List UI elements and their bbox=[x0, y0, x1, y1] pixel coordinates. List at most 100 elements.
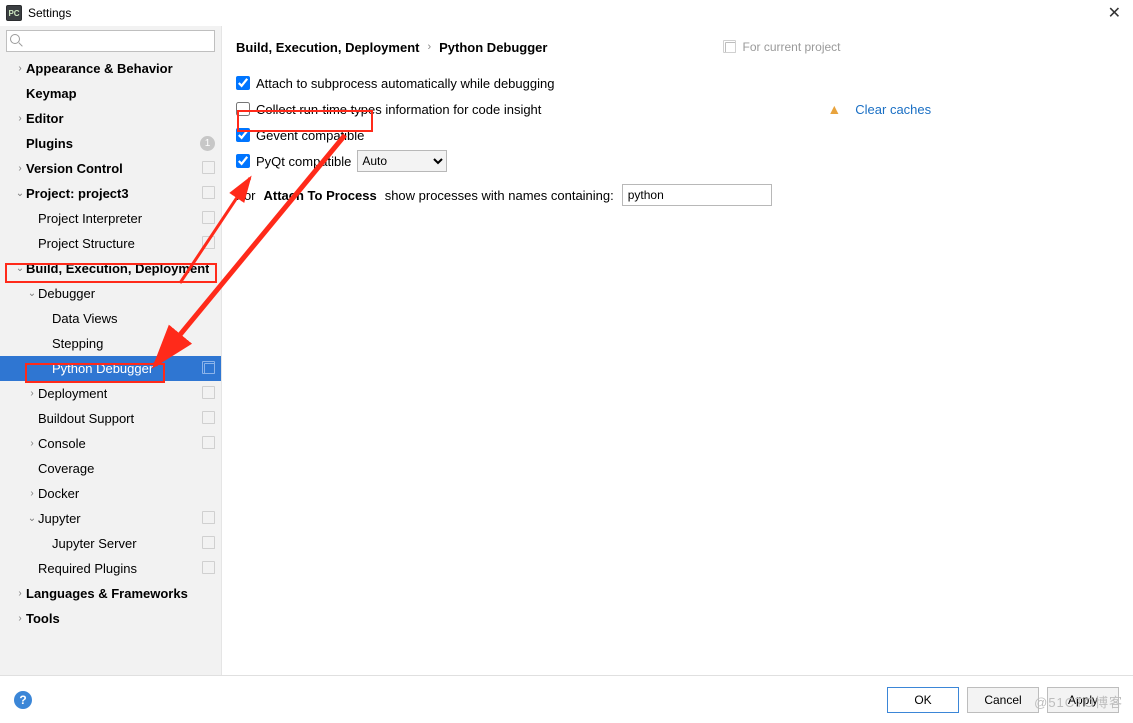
project-scope-icon bbox=[204, 213, 215, 224]
chevron-icon: › bbox=[26, 438, 38, 449]
sidebar-item-label: Keymap bbox=[26, 86, 77, 101]
sidebar-item-label: Stepping bbox=[52, 336, 103, 351]
sidebar-item-build-execution-deployment[interactable]: ⌄Build, Execution, Deployment bbox=[0, 256, 221, 281]
attach-process-input[interactable] bbox=[622, 184, 772, 206]
titlebar: PC Settings ✕ bbox=[0, 0, 1133, 26]
sidebar-item-project-structure[interactable]: Project Structure bbox=[0, 231, 221, 256]
gevent-label: Gevent compatible bbox=[256, 128, 364, 143]
close-icon[interactable]: ✕ bbox=[1102, 3, 1127, 23]
collect-types-label: Collect run-time types information for c… bbox=[256, 102, 541, 117]
cancel-button[interactable]: Cancel bbox=[967, 687, 1039, 713]
sidebar-item-docker[interactable]: ›Docker bbox=[0, 481, 221, 506]
clear-caches-link[interactable]: Clear caches bbox=[855, 102, 931, 117]
app-icon: PC bbox=[6, 5, 22, 21]
project-scope-icon bbox=[204, 163, 215, 174]
for-current-project-label: For current project bbox=[742, 40, 840, 54]
chevron-icon: › bbox=[14, 163, 26, 174]
sidebar-item-label: Jupyter bbox=[38, 511, 81, 526]
project-scope-icon bbox=[204, 413, 215, 424]
sidebar-item-required-plugins[interactable]: Required Plugins bbox=[0, 556, 221, 581]
sidebar-item-label: Buildout Support bbox=[38, 411, 134, 426]
chevron-icon: › bbox=[14, 588, 26, 599]
project-scope-icon bbox=[204, 388, 215, 399]
sidebar-item-label: Console bbox=[38, 436, 86, 451]
sidebar-item-label: Version Control bbox=[26, 161, 123, 176]
dialog-footer: ? OK Cancel Apply bbox=[0, 675, 1133, 723]
search-input[interactable] bbox=[6, 30, 215, 52]
chevron-icon: ⌄ bbox=[26, 288, 38, 299]
sidebar-item-buildout-support[interactable]: Buildout Support bbox=[0, 406, 221, 431]
for-current-project-hint: For current project bbox=[725, 40, 840, 54]
chevron-icon: › bbox=[14, 63, 26, 74]
project-scope-icon bbox=[204, 513, 215, 524]
chevron-icon: › bbox=[14, 113, 26, 124]
chevron-icon: › bbox=[26, 388, 38, 399]
sidebar-item-label: Project: project3 bbox=[26, 186, 129, 201]
sidebar-item-label: Docker bbox=[38, 486, 79, 501]
chevron-icon: ⌄ bbox=[14, 263, 26, 274]
main-panel: Build, Execution, Deployment › Python De… bbox=[222, 26, 1133, 675]
sidebar-item-label: Debugger bbox=[38, 286, 95, 301]
sidebar-item-editor[interactable]: ›Editor bbox=[0, 106, 221, 131]
sidebar-item-deployment[interactable]: ›Deployment bbox=[0, 381, 221, 406]
project-scope-icon bbox=[204, 538, 215, 549]
pyqt-checkbox[interactable] bbox=[236, 154, 250, 168]
sidebar-item-languages-frameworks[interactable]: ›Languages & Frameworks bbox=[0, 581, 221, 606]
attach-process-pre: For bbox=[236, 188, 256, 203]
sidebar-item-label: Coverage bbox=[38, 461, 94, 476]
sidebar-item-console[interactable]: ›Console bbox=[0, 431, 221, 456]
sidebar-item-label: Plugins bbox=[26, 136, 73, 151]
project-scope-icon bbox=[204, 238, 215, 249]
pyqt-label: PyQt compatible bbox=[256, 154, 351, 169]
sidebar-item-project-interpreter[interactable]: Project Interpreter bbox=[0, 206, 221, 231]
sidebar-item-label: Editor bbox=[26, 111, 64, 126]
sidebar-item-version-control[interactable]: ›Version Control bbox=[0, 156, 221, 181]
sidebar-item-label: Required Plugins bbox=[38, 561, 137, 576]
sidebar-item-label: Project Interpreter bbox=[38, 211, 142, 226]
watermark: @51CTO博客 bbox=[1034, 692, 1123, 711]
sidebar-item-python-debugger[interactable]: Python Debugger bbox=[0, 356, 221, 381]
ok-button[interactable]: OK bbox=[887, 687, 959, 713]
sidebar-item-label: Data Views bbox=[52, 311, 118, 326]
crumb-python-debugger: Python Debugger bbox=[439, 40, 547, 55]
sidebar-item-debugger[interactable]: ⌄Debugger bbox=[0, 281, 221, 306]
help-icon[interactable]: ? bbox=[14, 691, 32, 709]
sidebar-item-data-views[interactable]: Data Views bbox=[0, 306, 221, 331]
sidebar-item-stepping[interactable]: Stepping bbox=[0, 331, 221, 356]
gevent-checkbox[interactable] bbox=[236, 128, 250, 142]
sidebar-item-label: Jupyter Server bbox=[52, 536, 137, 551]
sidebar-item-label: Languages & Frameworks bbox=[26, 586, 188, 601]
pyqt-select[interactable]: Auto bbox=[357, 150, 447, 172]
chevron-icon: ⌄ bbox=[26, 513, 38, 524]
sidebar-item-label: Build, Execution, Deployment bbox=[26, 261, 209, 276]
sidebar-item-jupyter[interactable]: ⌄Jupyter bbox=[0, 506, 221, 531]
sidebar-item-tools[interactable]: ›Tools bbox=[0, 606, 221, 631]
breadcrumb: Build, Execution, Deployment › Python De… bbox=[236, 34, 1119, 60]
search-icon bbox=[10, 34, 20, 44]
attach-process-post: show processes with names containing: bbox=[385, 188, 614, 203]
project-scope-icon bbox=[204, 563, 215, 574]
sidebar-item-label: Deployment bbox=[38, 386, 107, 401]
sidebar-item-label: Python Debugger bbox=[52, 361, 153, 376]
attach-process-bold: Attach To Process bbox=[264, 188, 377, 203]
sidebar-item-label: Project Structure bbox=[38, 236, 135, 251]
window-title: Settings bbox=[28, 6, 71, 20]
sidebar-item-plugins[interactable]: Plugins 1 bbox=[0, 131, 221, 156]
project-scope-icon bbox=[204, 188, 215, 199]
sidebar-item-label: Appearance & Behavior bbox=[26, 61, 173, 76]
project-scope-icon bbox=[725, 42, 736, 53]
badge-count: 1 bbox=[200, 136, 215, 151]
attach-subprocess-checkbox[interactable] bbox=[236, 76, 250, 90]
sidebar-item-coverage[interactable]: Coverage bbox=[0, 456, 221, 481]
sidebar-item-jupyter-server[interactable]: Jupyter Server bbox=[0, 531, 221, 556]
warning-icon: ▲ bbox=[827, 101, 841, 117]
project-scope-icon bbox=[204, 438, 215, 449]
sidebar-item-appearance-behavior[interactable]: ›Appearance & Behavior bbox=[0, 56, 221, 81]
sidebar-item-label: Tools bbox=[26, 611, 60, 626]
collect-types-checkbox[interactable] bbox=[236, 102, 250, 116]
sidebar-item-keymap[interactable]: Keymap bbox=[0, 81, 221, 106]
sidebar-item-project-project3[interactable]: ⌄Project: project3 bbox=[0, 181, 221, 206]
chevron-icon: ⌄ bbox=[14, 188, 26, 199]
attach-subprocess-label: Attach to subprocess automatically while… bbox=[256, 76, 554, 91]
chevron-right-icon: › bbox=[427, 41, 431, 53]
